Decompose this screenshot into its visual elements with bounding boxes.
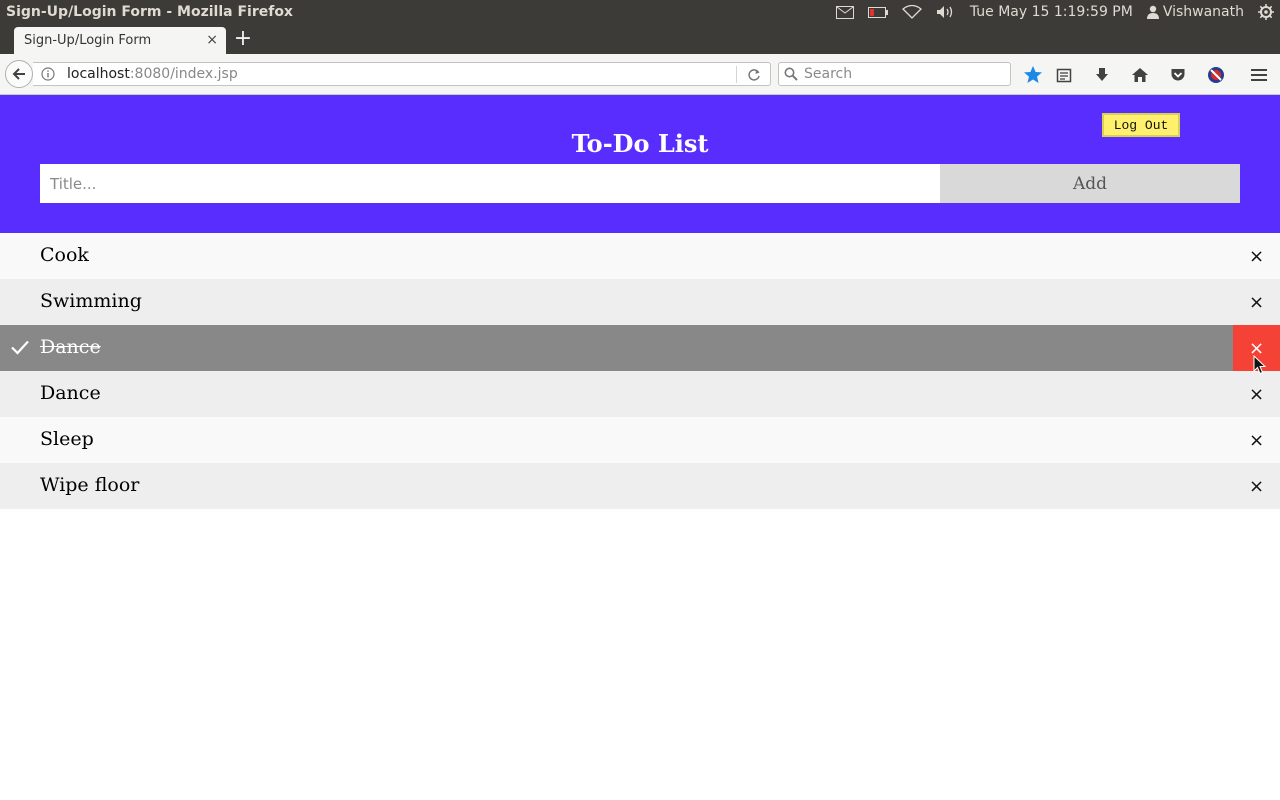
os-top-panel: Sign-Up/Login Form - Mozilla Firefox Tue… xyxy=(0,0,1280,24)
os-indicators: Tue May 15 1:19:59 PM Vishwanath xyxy=(822,0,1280,24)
tab-active[interactable]: Sign-Up/Login Form × xyxy=(14,27,226,54)
gear-icon[interactable] xyxy=(1258,0,1274,24)
todo-item[interactable]: Sleep × xyxy=(0,417,1280,463)
user-name: Vishwanath xyxy=(1162,4,1244,20)
delete-close-icon[interactable]: × xyxy=(1233,463,1280,509)
url-path: :8080/index.jsp xyxy=(129,66,238,82)
tab-close-icon[interactable]: × xyxy=(206,32,218,48)
todo-label: Wipe floor xyxy=(40,474,140,496)
user-icon xyxy=(1146,5,1159,19)
url-bar[interactable]: localhost:8080/index.jsp xyxy=(33,62,771,86)
datetime[interactable]: Tue May 15 1:19:59 PM xyxy=(970,0,1133,24)
todo-list: Cook × Swimming × Dance × Dance × Sleep … xyxy=(0,233,1280,509)
battery-icon[interactable] xyxy=(867,0,888,24)
volume-icon[interactable] xyxy=(936,0,956,24)
back-button[interactable] xyxy=(5,60,33,88)
back-arrow-icon xyxy=(12,68,25,80)
window-title: Sign-Up/Login Form - Mozilla Firefox xyxy=(6,4,293,20)
todo-item-checked[interactable]: Dance × xyxy=(0,325,1280,371)
todo-item[interactable]: Swimming × xyxy=(0,279,1280,325)
title-input[interactable] xyxy=(40,164,940,203)
bookmark-star-icon[interactable] xyxy=(1022,64,1044,86)
todo-label: Dance xyxy=(40,382,101,404)
todo-item[interactable]: Cook × xyxy=(0,233,1280,279)
todo-label: Cook xyxy=(40,244,89,266)
download-icon[interactable] xyxy=(1091,64,1113,86)
delete-close-icon[interactable]: × xyxy=(1233,371,1280,417)
todo-header: Log Out To-Do List Add xyxy=(0,95,1280,233)
search-input[interactable]: Search xyxy=(804,66,852,82)
tab-strip: Sign-Up/Login Form × xyxy=(0,24,1280,54)
page-title: To-Do List xyxy=(571,129,709,158)
mail-icon[interactable] xyxy=(835,0,854,24)
delete-close-icon[interactable]: × xyxy=(1233,417,1280,463)
info-icon[interactable] xyxy=(41,67,55,81)
reload-icon[interactable] xyxy=(745,66,763,84)
pocket-icon[interactable] xyxy=(1167,64,1189,86)
tab-title: Sign-Up/Login Form xyxy=(24,33,152,48)
delete-close-icon[interactable]: × xyxy=(1233,233,1280,279)
home-icon[interactable] xyxy=(1129,64,1151,86)
addon-icon[interactable] xyxy=(1205,64,1227,86)
url-host: localhost xyxy=(67,66,130,82)
todo-item[interactable]: Wipe floor × xyxy=(0,463,1280,509)
new-tab-button[interactable]: + xyxy=(232,27,254,51)
url-text[interactable]: localhost:8080/index.jsp xyxy=(67,66,238,82)
wifi-icon[interactable] xyxy=(901,0,922,24)
add-button[interactable]: Add xyxy=(940,164,1240,203)
mouse-cursor-icon xyxy=(1253,355,1267,375)
todo-label: Swimming xyxy=(40,290,142,312)
todo-label: Dance xyxy=(40,336,101,358)
user-menu[interactable]: Vishwanath xyxy=(1146,0,1244,24)
bookmarks-menu-icon[interactable] xyxy=(1053,64,1075,86)
todo-label: Sleep xyxy=(40,428,94,450)
url-separator xyxy=(736,66,737,83)
checkmark-icon xyxy=(11,340,29,355)
hamburger-menu-icon[interactable] xyxy=(1248,64,1270,86)
search-bar[interactable]: Search xyxy=(778,62,1011,86)
delete-close-icon[interactable]: × xyxy=(1233,279,1280,325)
todo-item[interactable]: Dance × xyxy=(0,371,1280,417)
search-icon xyxy=(784,66,800,82)
nav-bar: localhost:8080/index.jsp Search xyxy=(0,54,1280,95)
